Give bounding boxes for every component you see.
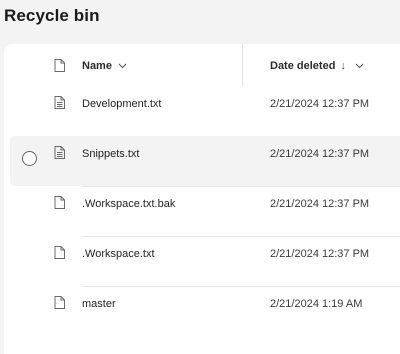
file-row[interactable]: .Workspace.txt 2/21/2024 12:37 PM xyxy=(4,236,400,286)
text-file-icon xyxy=(54,146,65,164)
date-deleted-column-header[interactable]: Date deleted ↓ xyxy=(270,60,364,72)
file-row[interactable]: Development.txt 2/21/2024 12:37 PM xyxy=(4,86,400,136)
chevron-down-icon xyxy=(118,60,127,72)
column-divider[interactable] xyxy=(242,44,243,86)
file-icon xyxy=(54,196,65,214)
page-title: Recycle bin xyxy=(4,6,100,25)
text-file-icon xyxy=(54,96,65,114)
row-select-radio[interactable] xyxy=(22,151,37,166)
file-name[interactable]: Development.txt xyxy=(82,98,161,110)
file-row[interactable]: master 2/21/2024 1:19 AM xyxy=(4,286,400,336)
file-name[interactable]: master xyxy=(82,298,116,310)
file-name[interactable]: Snippets.txt xyxy=(82,148,139,160)
name-column-label: Name xyxy=(82,60,112,72)
list-header: Name Date deleted ↓ xyxy=(4,44,400,86)
date-deleted: 2/21/2024 1:19 AM xyxy=(270,298,363,310)
file-name[interactable]: .Workspace.txt.bak xyxy=(82,198,175,210)
file-row[interactable]: Snippets.txt 2/21/2024 12:37 PM xyxy=(10,136,400,186)
date-deleted: 2/21/2024 12:37 PM xyxy=(270,148,370,160)
name-column-header[interactable]: Name xyxy=(82,60,127,72)
file-row[interactable]: .Workspace.txt.bak 2/21/2024 12:37 PM xyxy=(4,186,400,236)
file-icon xyxy=(54,296,65,314)
chevron-down-icon xyxy=(355,60,364,72)
sort-descending-icon: ↓ xyxy=(340,60,346,72)
file-type-header-icon[interactable] xyxy=(54,59,65,77)
date-deleted: 2/21/2024 12:37 PM xyxy=(270,198,370,210)
date-deleted-column-label: Date deleted xyxy=(270,60,336,72)
file-name[interactable]: .Workspace.txt xyxy=(82,248,155,260)
file-icon xyxy=(54,246,65,264)
file-list: Name Date deleted ↓ Development.txt 2/21/… xyxy=(4,44,400,354)
date-deleted: 2/21/2024 12:37 PM xyxy=(270,248,370,260)
date-deleted: 2/21/2024 12:37 PM xyxy=(270,98,370,110)
